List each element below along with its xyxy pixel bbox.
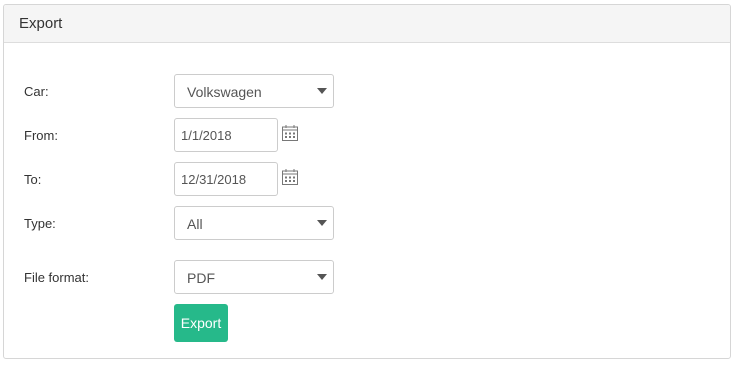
car-label: Car: bbox=[24, 84, 49, 99]
export-button[interactable]: Export bbox=[174, 304, 228, 342]
export-panel: Export Car: Volkswagen From: To: Type: bbox=[3, 4, 731, 359]
type-select-value: All bbox=[187, 216, 203, 232]
car-select[interactable]: Volkswagen bbox=[174, 74, 334, 108]
panel-title: Export bbox=[19, 15, 63, 32]
panel-header: Export bbox=[4, 5, 730, 43]
chevron-down-icon bbox=[317, 274, 327, 280]
type-label: Type: bbox=[24, 216, 56, 231]
calendar-icon[interactable] bbox=[281, 168, 299, 186]
car-select-value: Volkswagen bbox=[187, 84, 262, 100]
chevron-down-icon bbox=[317, 88, 327, 94]
from-label: From: bbox=[24, 128, 58, 143]
chevron-down-icon bbox=[317, 220, 327, 226]
to-label: To: bbox=[24, 172, 42, 187]
type-select[interactable]: All bbox=[174, 206, 334, 240]
file-format-select-value: PDF bbox=[187, 270, 215, 286]
from-date-input[interactable] bbox=[174, 118, 278, 152]
file-format-label: File format: bbox=[24, 270, 90, 285]
calendar-icon[interactable] bbox=[281, 124, 299, 142]
to-date-input[interactable] bbox=[174, 162, 278, 196]
file-format-select[interactable]: PDF bbox=[174, 260, 334, 294]
